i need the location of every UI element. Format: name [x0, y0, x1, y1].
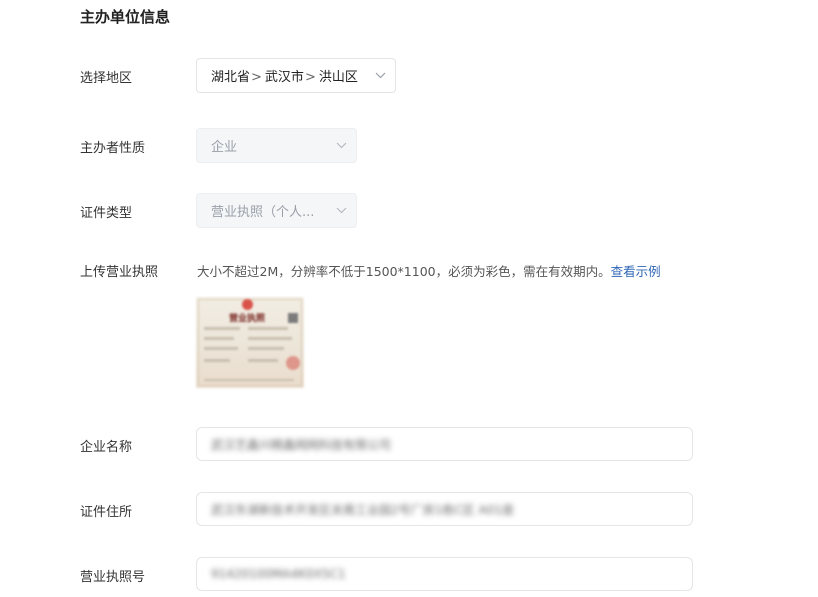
upload-license-label: 上传营业执照	[80, 265, 159, 280]
certificate-type-select[interactable]: 营业执照（个人...	[196, 193, 357, 228]
qr-code-icon	[288, 313, 298, 323]
certificate-type-label: 证件类型	[80, 206, 133, 221]
certificate-address-input[interactable]: 武汉东湖新技术开发区关南工业园2号厂房1栋C区 A01座	[196, 492, 693, 526]
view-example-link[interactable]: 查看示例	[611, 264, 661, 279]
region-value: 湖北省> 武汉市> 洪山区	[211, 66, 369, 85]
region-label: 选择地区	[80, 71, 133, 86]
certificate-address-label: 证件住所	[80, 505, 133, 520]
national-emblem-icon	[242, 299, 253, 310]
thumbnail-title: 营业执照	[229, 314, 266, 324]
seal-stamp-icon	[286, 356, 300, 370]
company-name-value: 武汉艺鑫兴精鑫网网科技有限公司	[211, 437, 392, 452]
region-district: 洪山区	[318, 70, 358, 85]
region-separator: >	[251, 70, 262, 85]
license-number-label: 营业执照号	[80, 570, 146, 585]
organizer-nature-select[interactable]: 企业	[196, 128, 357, 163]
organizer-nature-value: 企业	[211, 140, 238, 155]
chevron-down-icon	[330, 129, 352, 162]
license-number-input[interactable]: 91420100MA4K0X5C1	[196, 557, 693, 591]
region-province: 湖北省	[211, 70, 251, 85]
license-number-value: 91420100MA4K0X5C1	[211, 567, 346, 581]
chevron-down-icon	[369, 59, 391, 92]
section-title: 主办单位信息	[80, 8, 171, 26]
region-city: 武汉市	[264, 70, 304, 85]
chevron-down-icon	[330, 194, 352, 227]
region-select[interactable]: 湖北省> 武汉市> 洪山区	[196, 58, 396, 93]
license-thumbnail[interactable]: 营业执照	[196, 297, 304, 388]
upload-hint: 大小不超过2M，分辨率不低于1500*1100，必须为彩色，需在有效期内。查看示…	[197, 261, 661, 280]
company-name-input[interactable]: 武汉艺鑫兴精鑫网网科技有限公司	[196, 427, 693, 461]
organizer-nature-label: 主办者性质	[80, 141, 146, 156]
certificate-type-value: 营业执照（个人...	[211, 205, 315, 220]
region-separator: >	[304, 70, 316, 85]
sponsor-info-form: 主办单位信息 选择地区 湖北省> 武汉市> 洪山区 主办者性质 企业 证件类型 营业…	[0, 0, 818, 597]
company-name-label: 企业名称	[80, 440, 133, 455]
upload-hint-text: 大小不超过2M，分辨率不低于1500*1100，必须为彩色，需在有效期内。	[197, 264, 611, 279]
certificate-address-value: 武汉东湖新技术开发区关南工业园2号厂房1栋C区 A01座	[211, 502, 514, 517]
